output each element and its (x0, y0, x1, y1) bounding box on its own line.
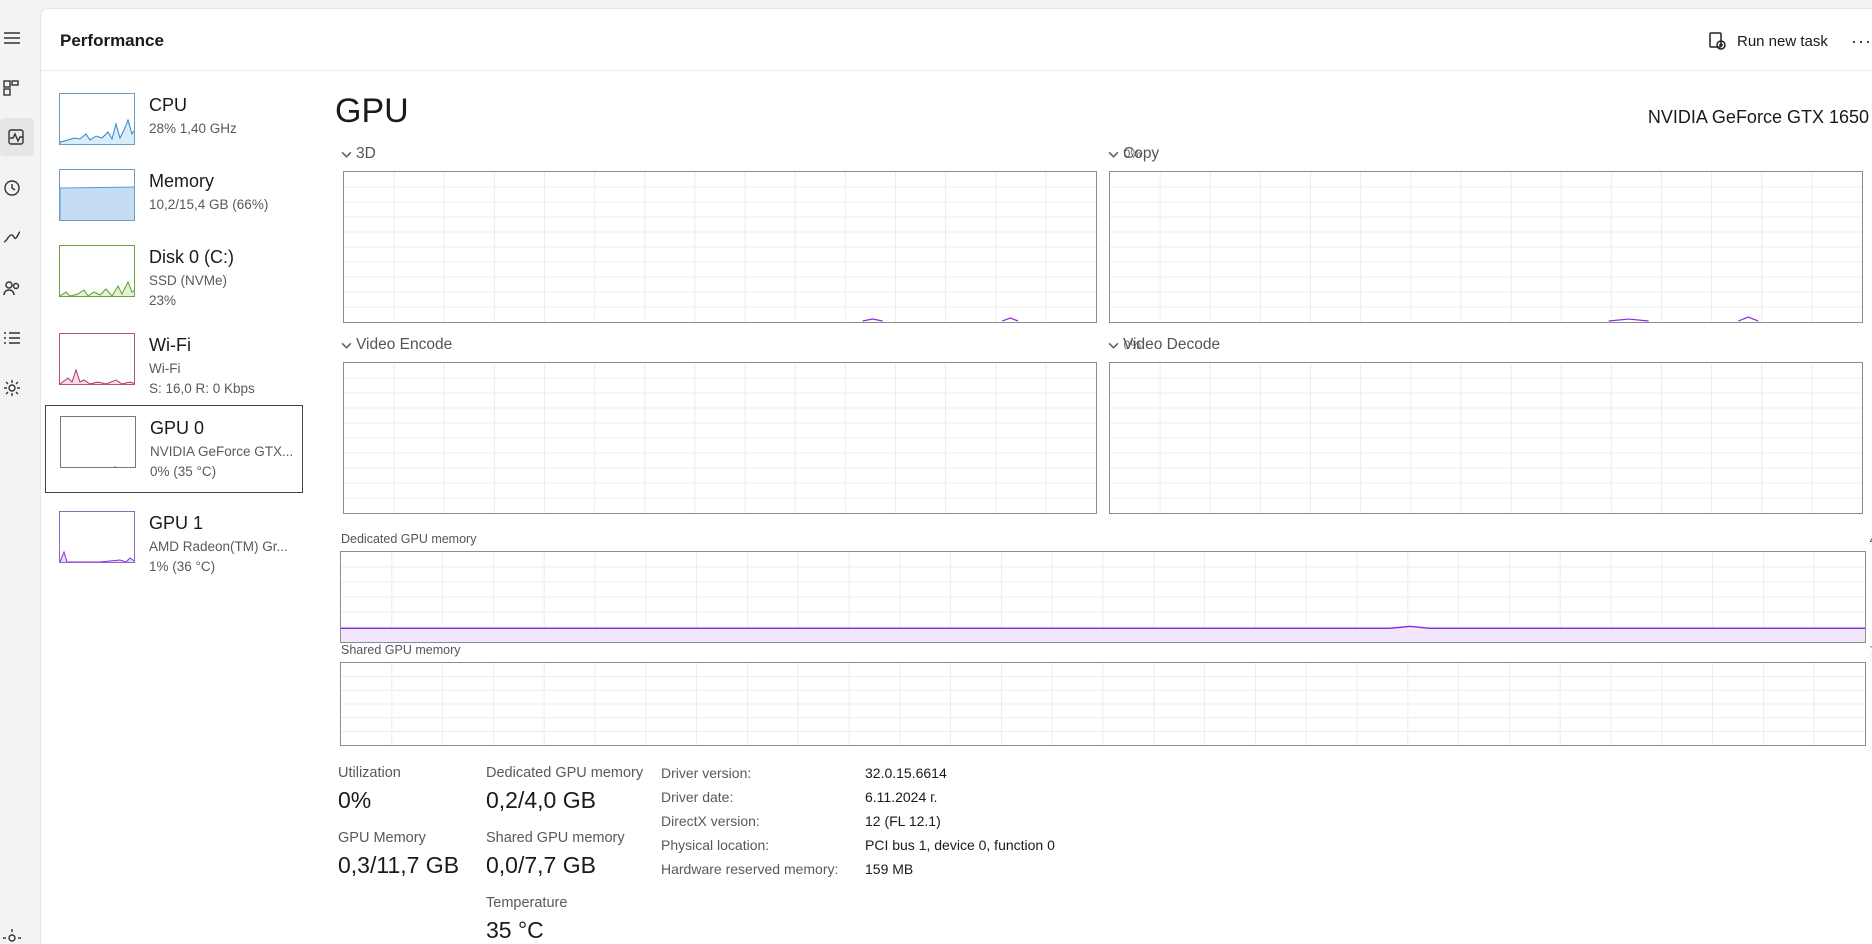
run-new-task-label: Run new task (1737, 32, 1828, 50)
page-title: Performance (60, 31, 164, 50)
device-name: GPU 0 (150, 418, 205, 438)
shared-memory-max: 7,7 GB (1801, 644, 1872, 658)
shared-memory-graph-label: Shared GPU memory (341, 643, 461, 657)
more-options-button[interactable]: ··· (1851, 31, 1872, 52)
dedicated-memory-trace (341, 625, 1865, 642)
gpu-model-name: NVIDIA GeForce GTX 1650 (1647, 107, 1869, 127)
device-gpu0[interactable]: GPU 0 NVIDIA GeForce GTX... 0% (35 °C) (45, 405, 303, 493)
engine-label: Video Decode (1123, 336, 1221, 353)
engine-copy-selector[interactable]: Copy (1108, 145, 1159, 163)
dedicated-memory-graph (340, 551, 1866, 643)
dedicated-memory-max: 4,0 GB (1801, 533, 1872, 547)
shared-memory-label: Shared GPU memory (486, 830, 625, 846)
chevron-down-icon (1108, 151, 1119, 158)
device-detail: Wi-Fi (149, 361, 181, 376)
engine-3d-selector[interactable]: 3D (341, 145, 376, 163)
device-wifi[interactable]: Wi-Fi Wi-Fi S: 16,0 R: 0 Kbps (45, 325, 303, 403)
device-detail: 28% 1,40 GHz (149, 121, 237, 136)
engine-3d-graph (343, 171, 1097, 323)
chevron-down-icon (1108, 342, 1119, 349)
chevron-down-icon (341, 151, 352, 158)
device-detail-2: 23% (149, 293, 177, 308)
device-detail-2: 1% (36 °C) (149, 559, 216, 574)
device-memory[interactable]: Memory 10,2/15,4 GB (66%) (45, 161, 303, 239)
gpu0-thumbnail (60, 416, 136, 468)
shared-memory-graph (340, 662, 1866, 746)
utilization-label: Utilization (338, 765, 401, 781)
utilization-value: 0% (338, 787, 372, 813)
shared-memory-value: 0,0/7,7 GB (486, 852, 596, 878)
device-detail-2: S: 16,0 R: 0 Kbps (149, 381, 255, 396)
hardware-reserved-memory-key: Hardware reserved memory: (661, 861, 839, 877)
app-history-icon[interactable] (0, 176, 24, 200)
device-gpu1[interactable]: GPU 1 AMD Radeon(TM) Gr... 1% (36 °C) (45, 503, 303, 581)
driver-date-value: 6.11.2024 г. (865, 789, 938, 805)
engine-copy-percent: 0% (1847, 147, 1872, 161)
cpu-thumbnail (59, 93, 135, 145)
physical-location-key: Physical location: (661, 837, 770, 853)
device-detail: SSD (NVMe) (149, 273, 228, 288)
startup-apps-icon[interactable] (0, 226, 24, 250)
driver-version-value: 32.0.15.6614 (865, 765, 947, 781)
run-new-task-button[interactable]: Run new task (1699, 26, 1836, 56)
driver-version-key: Driver version: (661, 765, 752, 781)
device-cpu[interactable]: CPU 28% 1,40 GHz (45, 85, 303, 163)
dedicated-memory-graph-label: Dedicated GPU memory (341, 532, 477, 546)
users-icon[interactable] (0, 276, 24, 300)
engine-video-encode-selector[interactable]: Video Encode (341, 336, 452, 354)
gpu-memory-label: GPU Memory (338, 830, 426, 846)
device-name: CPU (149, 95, 188, 115)
device-detail-2: 0% (35 °C) (150, 464, 217, 479)
driver-date-key: Driver date: (661, 789, 734, 805)
engine-video-decode-graph (1109, 362, 1863, 514)
main-window: Performance Run new task ··· CPU 28% 1,4… (40, 8, 1872, 944)
engine-label: 3D (356, 145, 376, 162)
details-icon[interactable] (0, 326, 24, 350)
engine-copy-trace (1608, 316, 1759, 322)
temperature-label: Temperature (486, 895, 568, 911)
device-name: Memory (149, 171, 215, 191)
dedicated-memory-label: Dedicated GPU memory (486, 765, 644, 781)
device-detail: 10,2/15,4 GB (66%) (149, 197, 269, 212)
device-name: GPU 1 (149, 513, 204, 533)
title-bar: Performance Run new task ··· (41, 9, 1872, 71)
performance-icon[interactable] (0, 118, 34, 156)
device-name: Disk 0 (C:) (149, 247, 234, 267)
device-name: Wi-Fi (149, 335, 191, 355)
device-detail: NVIDIA GeForce GTX... (150, 444, 294, 459)
navigation-rail (0, 0, 40, 944)
dedicated-memory-value: 0,2/4,0 GB (486, 787, 596, 813)
gpu-heading: GPU (335, 92, 409, 130)
wifi-thumbnail (59, 333, 135, 385)
directx-version-key: DirectX version: (661, 813, 760, 829)
device-detail: AMD Radeon(TM) Gr... (149, 539, 288, 554)
directx-version-value: 12 (FL 12.1) (865, 813, 941, 829)
run-task-icon (1709, 32, 1726, 50)
engine-video-decode-selector[interactable]: Video Decode (1108, 336, 1220, 354)
engine-video-decode-percent: 0% (1847, 338, 1872, 352)
graph-grid (344, 363, 1096, 513)
temperature-value: 35 °C (486, 917, 544, 943)
engine-3d-trace (862, 317, 1019, 322)
services-icon[interactable] (0, 376, 24, 400)
disk-thumbnail (59, 245, 135, 297)
engine-video-encode-graph (343, 362, 1097, 514)
hamburger-icon[interactable] (0, 26, 24, 50)
gpu-memory-value: 0,3/11,7 GB (338, 852, 460, 878)
settings-icon[interactable] (0, 926, 24, 944)
graph-grid (341, 663, 1865, 745)
physical-location-value: PCI bus 1, device 0, function 0 (865, 837, 1055, 853)
memory-thumbnail (59, 169, 135, 221)
engine-label: Video Encode (356, 336, 453, 353)
hardware-reserved-memory-value: 159 MB (865, 861, 914, 877)
processes-icon[interactable] (0, 76, 24, 100)
gpu1-thumbnail (59, 511, 135, 563)
engine-label: Copy (1123, 145, 1160, 162)
engine-copy-graph (1109, 171, 1863, 323)
graph-grid (1110, 363, 1862, 513)
chevron-down-icon (341, 342, 352, 349)
device-disk[interactable]: Disk 0 (C:) SSD (NVMe) 23% (45, 237, 303, 315)
